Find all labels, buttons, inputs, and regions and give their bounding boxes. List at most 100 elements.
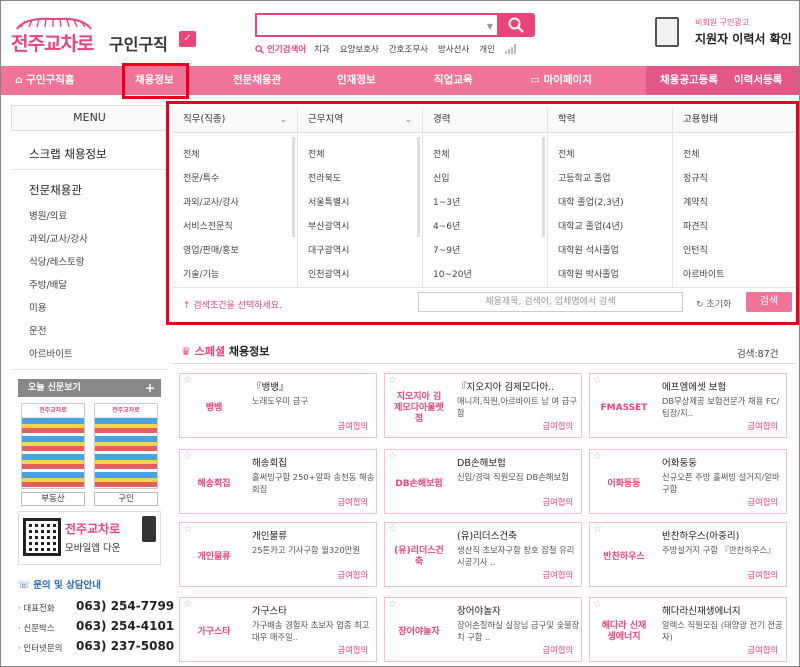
job-title[interactable]: 어화둥둥 [662, 455, 782, 469]
filter-option[interactable]: 영업/판매/홍보 [183, 243, 239, 256]
popular-keyword[interactable]: 요양보호사 [340, 43, 379, 55]
nav-item-mypage[interactable]: ▭ 마이페이지 [530, 66, 592, 95]
filter-option[interactable]: 대학 졸업(2,3년) [558, 195, 624, 208]
search-input[interactable]: ▼ [255, 13, 499, 37]
reset-button[interactable]: ↻ 초기화 [696, 297, 731, 310]
star-icon[interactable]: ☆ [593, 599, 602, 610]
star-icon[interactable]: ☆ [388, 524, 397, 535]
filter-option[interactable]: 전라북도 [308, 171, 341, 184]
filter-option[interactable]: 전체 [433, 147, 450, 160]
sidebar-item-driving[interactable]: 운전 [29, 323, 46, 337]
sidebar-item-beauty[interactable]: 미용 [29, 300, 46, 314]
search-button[interactable] [497, 13, 535, 37]
resume-check-banner[interactable]: 비회원 구인광고 지원자 이력서 확인 [655, 15, 795, 49]
nav-item-talent[interactable]: 인재정보 [337, 66, 376, 95]
sidebar-pro-title[interactable]: 전문채용관 [29, 182, 82, 198]
filter-option[interactable]: 파견직 [683, 219, 708, 232]
keyword-search-input[interactable]: 채용제목, 검색어, 업체명에서 검색 [418, 292, 683, 312]
filter-option[interactable]: 과외/교사/강사 [183, 195, 239, 208]
job-title[interactable]: 해송회집 [252, 455, 372, 469]
star-icon[interactable]: ☆ [388, 599, 397, 610]
job-title[interactable]: 개인물류 [252, 528, 372, 542]
popular-keyword[interactable]: 방사선사 [438, 43, 469, 55]
job-card[interactable]: ☆ (유)리더스건축 (유)리더스건축 생산직 초보자구함 창호 잡철 유리시공기사 … [384, 522, 582, 587]
star-icon[interactable]: ☆ [593, 451, 602, 462]
scrollbar[interactable] [542, 137, 545, 237]
job-card[interactable]: ☆ 해송회집 해송회집 홀써빙구함 250+알파 송천동 해송회집 급여협의 [179, 449, 377, 514]
filter-search-button[interactable]: 검색 [746, 292, 792, 312]
popular-keyword[interactable]: 간호조무사 [389, 43, 428, 55]
filter-option[interactable]: 기술/기능 [183, 267, 219, 280]
filter-option[interactable]: 대구광역시 [308, 243, 349, 256]
nav-item-jobs[interactable]: 채용정보 [135, 66, 174, 95]
nav-item-pro[interactable]: 전문채용관 [233, 66, 281, 95]
filter-option[interactable]: 신입 [433, 171, 450, 184]
job-title[interactable]: 장어야놀자 [457, 603, 577, 617]
scrollbar[interactable] [417, 137, 420, 237]
sidebar-item-tutor[interactable]: 과외/교사/강사 [29, 231, 88, 245]
filter-option[interactable]: 부산광역시 [308, 219, 349, 232]
nav-item-post-resume[interactable]: 이력서등록 [734, 66, 782, 95]
more-plus-icon[interactable]: + [145, 379, 155, 397]
filter-option[interactable]: 전체 [558, 147, 575, 160]
job-title[interactable]: 가구스타 [252, 603, 372, 617]
newspaper-thumbnail-realestate[interactable]: 전주교차로 [21, 403, 85, 489]
sidebar-item-parttime[interactable]: 아르바이트 [29, 346, 73, 360]
star-icon[interactable]: ☆ [388, 375, 397, 386]
job-title[interactable]: 에프엠에셋 보험 [662, 379, 782, 393]
job-card[interactable]: ☆ FMASSET 에프엠에셋 보험 DB무상제공 보험전문가 채용 FC/팀장/지.… [589, 373, 787, 438]
filter-option[interactable]: 인턴직 [683, 243, 708, 256]
job-card[interactable]: ☆ 어화둥둥 어화둥둥 신규오픈 주방 홀써빙 설거지/알바 구함 급여협의 [589, 449, 787, 514]
caret-down-icon[interactable]: ▼ [487, 22, 493, 31]
sidebar-item-hospital[interactable]: 병원/의료 [29, 208, 67, 222]
mobile-app-banner[interactable]: 전주교차로 모바일앱 다운 [18, 511, 161, 565]
filter-option[interactable]: 대학교 졸업(4년) [558, 219, 623, 232]
filter-option[interactable]: 4~6년 [433, 219, 460, 232]
filter-option[interactable]: 전체 [308, 147, 325, 160]
sidebar-item-restaurant[interactable]: 식당/레스토랑 [29, 254, 85, 268]
filter-option[interactable]: 전체 [183, 147, 200, 160]
filter-header-region[interactable]: 근무지역 ⌄ [298, 107, 422, 133]
star-icon[interactable]: ☆ [183, 599, 192, 610]
job-title[interactable]: 반찬하우스(아중리) [662, 528, 782, 542]
job-card[interactable]: ☆ 개인물류 개인물류 25톤카고 기사구함 월320만원 급여협의 [179, 522, 377, 587]
filter-option[interactable]: 7~9년 [433, 243, 460, 256]
job-card[interactable]: ☆ DB손해보험 DB손해보험 신입/경력 직원모집 DB손해보험 급여협의 [384, 449, 582, 514]
scrollbar[interactable] [292, 137, 295, 237]
filter-option[interactable]: 고등학교 졸업 [558, 171, 611, 184]
star-icon[interactable]: ☆ [593, 524, 602, 535]
job-title[interactable]: (유)리더스건축 [457, 528, 577, 542]
star-icon[interactable]: ☆ [593, 375, 602, 386]
job-title[interactable]: 『지오지아 김제모다아.. [457, 379, 577, 393]
filter-option[interactable]: 1~3년 [433, 195, 460, 208]
job-card[interactable]: ☆ 반찬하우스 반찬하우스(아중리) 주방설거지 구함 『반찬하우스』 급여협의 [589, 522, 787, 587]
filter-option[interactable]: 서울특별시 [308, 195, 349, 208]
rank-bars-icon[interactable] [504, 44, 516, 54]
job-title[interactable]: 해다라신재생에너지 [662, 603, 782, 617]
nav-item-post-job[interactable]: 채용공고등록 [660, 66, 718, 95]
job-card[interactable]: ☆ 지오지아 김제모다아울렛점 『지오지아 김제모다아.. 매니저,직원,아르바이트 … [384, 373, 582, 438]
filter-option[interactable]: 서비스전문직 [183, 219, 233, 232]
sidebar-item-kitchen[interactable]: 주방/배달 [29, 277, 67, 291]
filter-option[interactable]: 전문/특수 [183, 171, 219, 184]
filter-option[interactable]: 전체 [683, 147, 700, 160]
job-card[interactable]: ☆ 해다라 신재생에너지 해다라신재생에너지 알렉스 직원모집 (태양광 전기 전공자… [589, 597, 787, 662]
site-logo[interactable]: 전주교차로 구인구직 ✓ [11, 17, 196, 57]
popular-keyword[interactable]: 치과 [314, 43, 330, 55]
job-title[interactable]: 『뱅뱅』 [252, 379, 372, 393]
newspaper-label-jobs[interactable]: 구인 [94, 492, 158, 506]
job-card[interactable]: ☆ 뱅뱅 『뱅뱅』 노래도우미 급구 급여협의 [179, 373, 377, 438]
nav-home[interactable]: ⌂ 구인구직홈 [15, 66, 74, 95]
popular-keyword[interactable]: 개인 [479, 43, 495, 55]
sidebar-item-scrap[interactable]: 스크랩 채용정보 [29, 146, 107, 162]
filter-option[interactable]: 10~20년 [433, 267, 472, 280]
star-icon[interactable]: ☆ [183, 524, 192, 535]
job-title[interactable]: DB손해보험 [457, 455, 577, 469]
nav-item-education[interactable]: 직업교육 [434, 66, 473, 95]
job-card[interactable]: ☆ 장어야놀자 장어야놀자 장어손질하실 실장님 급구및 숯불장치 구함 .. 급여협의 [384, 597, 582, 662]
star-icon[interactable]: ☆ [388, 451, 397, 462]
filter-option[interactable]: 정규직 [683, 171, 708, 184]
filter-option[interactable]: 대학원 석사졸업 [558, 243, 619, 256]
newspaper-label-realestate[interactable]: 부동산 [21, 492, 85, 506]
newspaper-thumbnail-jobs[interactable]: 전주교차로 [94, 403, 158, 489]
